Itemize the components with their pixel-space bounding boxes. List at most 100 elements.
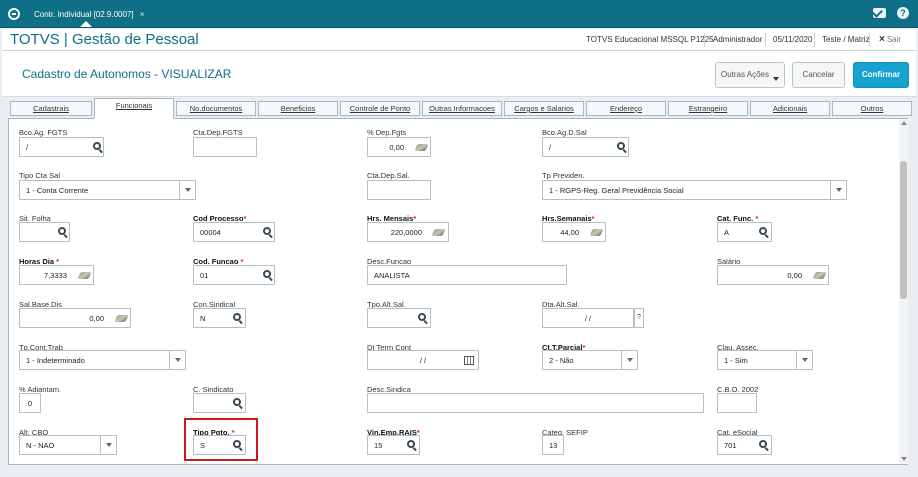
- con-sindical-input[interactable]: N: [193, 308, 246, 328]
- eraser-icon[interactable]: [114, 315, 129, 322]
- search-icon[interactable]: [617, 142, 625, 150]
- highlight-box: [184, 418, 258, 461]
- tab-cargos-e-salarios[interactable]: Cargos e Salarios: [504, 101, 584, 116]
- environment-label: TOTVS Educacional MSSQL P1225: [586, 35, 714, 44]
- user-label[interactable]: Administrador: [713, 35, 762, 44]
- chevron-down-icon[interactable]: [830, 181, 846, 199]
- field-value: 1 - Conta Corrente: [26, 186, 89, 195]
- chevron-down-icon[interactable]: [100, 436, 116, 454]
- calendar-icon[interactable]: [464, 356, 474, 365]
- field-value: N - NAO: [26, 441, 55, 450]
- exit-button[interactable]: × Sair: [879, 34, 901, 45]
- cat-func-input[interactable]: A: [717, 222, 772, 242]
- field-value: 220,0000: [390, 228, 422, 237]
- ct-t-parcial-select[interactable]: 2 - Não: [542, 350, 638, 370]
- chevron-down-icon[interactable]: [169, 351, 185, 369]
- chevron-down-icon[interactable]: [179, 181, 195, 199]
- field-value: /: [549, 143, 552, 152]
- tpo-alt-sal-input[interactable]: [367, 308, 431, 328]
- tab-adicionais[interactable]: Adicionais: [750, 101, 830, 116]
- eraser-icon[interactable]: [812, 272, 827, 279]
- window-tab[interactable]: Contr. Individual [02.9.0007] ×: [28, 6, 153, 28]
- desc-funcao-input[interactable]: ANALISTA: [367, 265, 567, 285]
- app-header: TOTVS | Gestão de Pessoal TOTVS Educacio…: [2, 29, 916, 51]
- scrollbar-thumb[interactable]: [900, 161, 907, 299]
- scroll-up-icon[interactable]: [901, 121, 907, 125]
- cbo-2002-input[interactable]: [717, 393, 757, 413]
- chevron-down-icon[interactable]: [621, 351, 637, 369]
- tp-cont-trab-select[interactable]: 1 - Indeterminado: [19, 350, 186, 370]
- tab-controle-de-ponto[interactable]: Controle de Ponto: [340, 101, 420, 116]
- search-icon[interactable]: [407, 440, 415, 448]
- window-tab-close-icon[interactable]: ×: [140, 10, 145, 19]
- categ-sefip-input[interactable]: 13: [542, 435, 564, 455]
- cta-dep-sal-input[interactable]: [367, 180, 431, 200]
- bco-ag-fgts-input[interactable]: /: [19, 137, 104, 157]
- divider: [704, 33, 705, 47]
- tab-funcionais[interactable]: Funcionais: [94, 98, 174, 119]
- pct-dep-fgts-input[interactable]: 0,00: [367, 137, 431, 157]
- cod-funcao-input[interactable]: 01: [193, 265, 275, 285]
- tab-endereco[interactable]: Endereço: [586, 101, 666, 116]
- c-sindicato-input[interactable]: [193, 393, 246, 413]
- chevron-down-icon: [773, 76, 780, 81]
- dt-term-cont-input[interactable]: / /: [367, 350, 479, 370]
- field-value: 1 - RGPS-Reg. Geral Previdência Social: [549, 186, 684, 195]
- tab-outras-informacoes[interactable]: Outras Informacoes: [422, 101, 502, 116]
- divider: [814, 33, 815, 47]
- eraser-icon[interactable]: [414, 144, 429, 151]
- vertical-scrollbar[interactable]: [899, 119, 908, 464]
- search-icon[interactable]: [263, 227, 271, 235]
- desc-sindica-input[interactable]: [367, 393, 704, 413]
- pct-adiantam-input[interactable]: 0: [19, 393, 41, 413]
- eraser-icon[interactable]: [589, 229, 604, 236]
- clau-assec-select[interactable]: 1 - Sim: [717, 350, 813, 370]
- other-actions-button[interactable]: Outras Ações: [715, 62, 785, 88]
- field-value: ANALISTA: [374, 271, 410, 280]
- bco-ag-d-sal-input[interactable]: /: [542, 137, 629, 157]
- tab-estrangeiro[interactable]: Estrangeiro: [668, 101, 748, 116]
- field-value: 1 - Sim: [724, 356, 748, 365]
- search-icon[interactable]: [263, 270, 271, 278]
- search-icon[interactable]: [233, 398, 241, 406]
- cat-esocial-input[interactable]: 701: [717, 435, 772, 455]
- search-icon[interactable]: [759, 227, 767, 235]
- field-value: 13: [549, 441, 558, 450]
- tipo-cta-sal-select[interactable]: 1 - Conta Corrente: [19, 180, 196, 200]
- salario-input[interactable]: 0,00: [717, 265, 829, 285]
- tab-cadastrais[interactable]: Cadastrais: [10, 101, 92, 116]
- hrs-mensais-input[interactable]: 220,0000: [367, 222, 449, 242]
- cod-processo-input[interactable]: 00004: [193, 222, 275, 242]
- field-value: 0,00: [787, 271, 802, 280]
- tab-beneficios[interactable]: Beneficios: [258, 101, 338, 116]
- tp-previden-select[interactable]: 1 - RGPS-Reg. Geral Previdência Social: [542, 180, 847, 200]
- cancel-button[interactable]: Cancelar: [792, 62, 845, 88]
- hrs-semanais-input[interactable]: 44,00: [542, 222, 606, 242]
- confirm-button[interactable]: Confirmar: [853, 62, 909, 88]
- help-question-button[interactable]: ?: [634, 308, 644, 328]
- vin-emp-rais-input[interactable]: 15: [367, 435, 420, 455]
- dta-alt-sal-input[interactable]: / /: [542, 308, 634, 328]
- tab-outros[interactable]: Outros: [832, 101, 912, 116]
- help-icon[interactable]: ?: [897, 7, 909, 19]
- search-icon[interactable]: [759, 440, 767, 448]
- eraser-icon[interactable]: [77, 272, 92, 279]
- search-icon[interactable]: [418, 313, 426, 321]
- field-value: 1 - Indeterminado: [26, 356, 85, 365]
- horas-dia-input[interactable]: 7,3333: [19, 265, 94, 285]
- field-label: Tipo Cta Sal: [19, 171, 60, 180]
- search-icon[interactable]: [93, 142, 101, 150]
- company-label[interactable]: Teste / Matriz: [822, 35, 870, 44]
- sit-folha-input[interactable]: [19, 222, 70, 242]
- sal-base-dis-input[interactable]: 0,00: [19, 308, 131, 328]
- scroll-down-icon[interactable]: [901, 457, 907, 461]
- alt-cbo-select[interactable]: N - NAO: [19, 435, 117, 455]
- search-icon[interactable]: [58, 227, 66, 235]
- mail-icon[interactable]: [873, 8, 886, 18]
- chevron-down-icon[interactable]: [796, 351, 812, 369]
- eraser-icon[interactable]: [431, 229, 446, 236]
- search-icon[interactable]: [233, 313, 241, 321]
- field-value: 0,00: [389, 143, 404, 152]
- cta-dep-fgts-input[interactable]: [193, 137, 257, 157]
- tab-no-documentos[interactable]: No.documentos: [176, 101, 256, 116]
